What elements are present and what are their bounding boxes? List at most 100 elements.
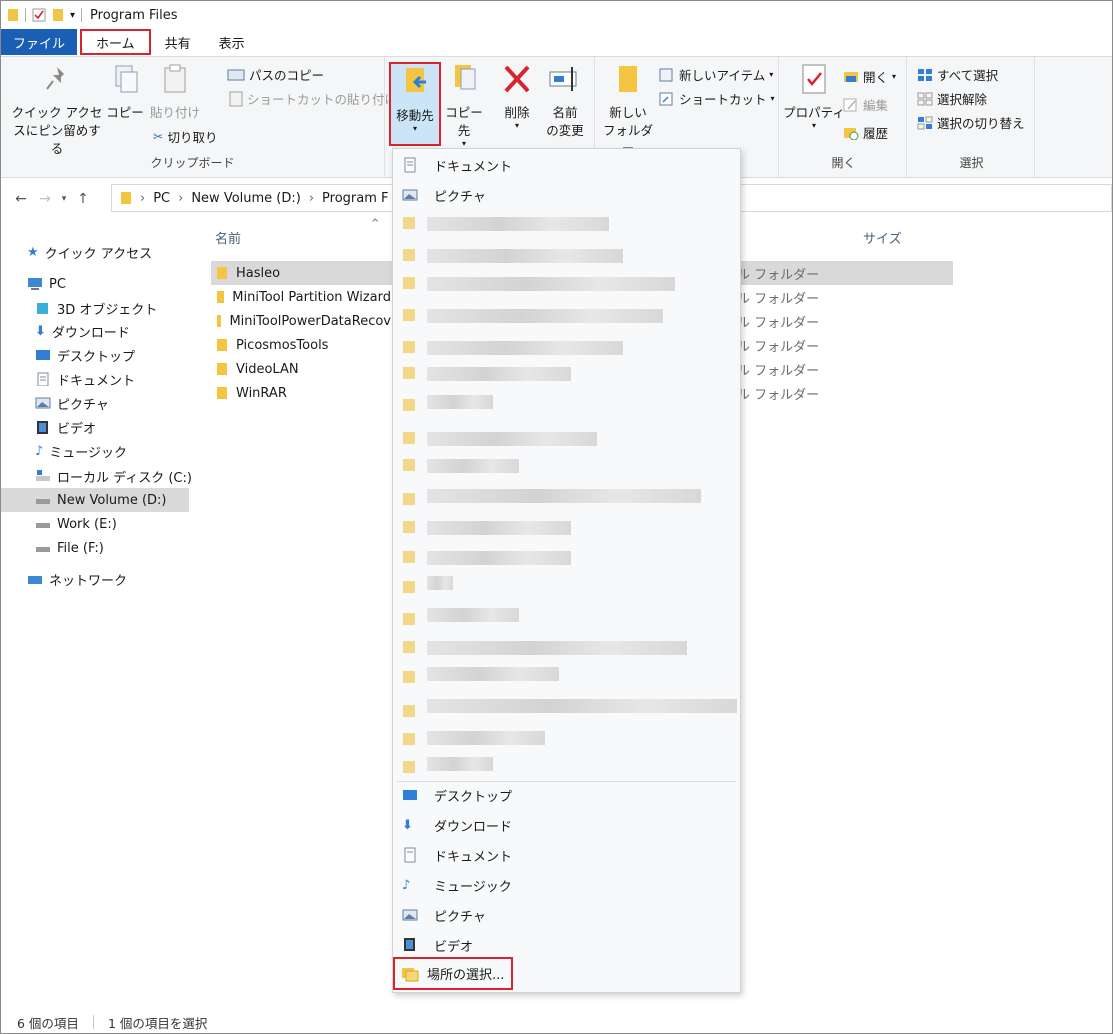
blurred-folder-name[interactable] (427, 667, 559, 681)
blurred-folder-name[interactable] (427, 367, 571, 381)
blurred-folder-name[interactable] (427, 309, 663, 323)
blurred-folder-name[interactable] (427, 341, 623, 355)
menu-item-pictures[interactable]: ピクチャ (393, 180, 740, 210)
blurred-folder-name[interactable] (427, 459, 519, 473)
file-name: MiniTool Partition Wizard (232, 289, 391, 305)
copy-path-button[interactable]: パスのコピー (227, 65, 324, 84)
copy-icon (115, 65, 138, 93)
pin-quick-access-button[interactable]: クイック アクセ スにピン留めする (9, 63, 105, 158)
column-header-size[interactable]: サイズ (863, 228, 902, 247)
paste-shortcut-button[interactable]: ショートカットの貼り付け (229, 89, 397, 108)
breadcrumb-program-files[interactable]: Program F (322, 191, 388, 206)
menu-item-downloads[interactable]: ⬇ ダウンロード (393, 810, 740, 840)
nav-new-volume-d[interactable]: New Volume (D:) (1, 488, 189, 512)
menu-item-pictures-bottom[interactable]: ピクチャ (393, 900, 740, 930)
up-icon[interactable]: ↑ (71, 191, 95, 207)
copy-button[interactable]: コピー (105, 63, 145, 122)
breadcrumb-pc[interactable]: PC (153, 191, 170, 206)
tab-file[interactable]: ファイル (1, 29, 78, 55)
video-icon (37, 421, 48, 434)
cut-button[interactable]: ✂ 切り取り (153, 127, 218, 146)
nav-quick-access[interactable]: ★ クイック アクセス (27, 240, 152, 264)
history-button[interactable]: 履歴 (843, 123, 888, 142)
paste-button[interactable]: 貼り付け (147, 63, 203, 122)
select-none-button[interactable]: 選択解除 (917, 89, 987, 108)
blurred-folder-name[interactable] (427, 277, 675, 291)
menu-item-videos[interactable]: ビデオ (393, 930, 740, 960)
select-all-button[interactable]: すべて選択 (917, 65, 998, 84)
menu-item-music[interactable]: ♪ ミュージック (393, 870, 740, 900)
new-folder-icon[interactable] (52, 8, 64, 22)
nav-desktop[interactable]: デスクトップ (35, 343, 135, 367)
nav-work-e[interactable]: Work (E:) (35, 512, 117, 536)
nav-documents[interactable]: ドキュメント (35, 367, 135, 391)
move-to-button[interactable]: 移動先 ▾ (389, 62, 441, 146)
blurred-folder-name[interactable] (427, 489, 701, 503)
blurred-folder-name[interactable] (427, 249, 623, 263)
choose-location-button[interactable]: 場所の選択... (393, 957, 513, 990)
delete-chevron-icon: ▾ (514, 121, 519, 130)
tab-view[interactable]: 表示 (205, 29, 259, 55)
rename-button[interactable]: 名前 の変更 (539, 63, 591, 140)
properties-button[interactable]: プロパティ ▾ (783, 63, 845, 130)
blurred-folder-name[interactable] (427, 521, 571, 535)
column-header-name[interactable]: 名前 (215, 228, 241, 247)
quick-access-dropdown-icon[interactable]: ▾ (70, 10, 75, 21)
blurred-folder-name[interactable] (427, 551, 571, 565)
easy-access-button[interactable]: ショートカット ▾ (659, 89, 775, 108)
history-label: 履歴 (863, 126, 889, 141)
properties-label: プロパティ (783, 105, 845, 120)
blurred-folder-name[interactable] (427, 699, 737, 713)
nav-file-f[interactable]: File (F:) (35, 536, 104, 560)
nav-music[interactable]: ♪ ミュージック (35, 439, 127, 463)
breadcrumb-drive[interactable]: New Volume (D:) (191, 191, 301, 206)
select-group: すべて選択 選択解除 選択の切り替え 選択 (909, 57, 1035, 177)
blurred-folder-name[interactable] (427, 757, 493, 771)
nav-pc[interactable]: PC (27, 272, 66, 296)
clipboard-group: クイック アクセ スにピン留めする コピー 貼り付け パスのコピー ショートカッ… (1, 57, 397, 177)
blurred-folder-name[interactable] (427, 432, 597, 446)
delete-button[interactable]: 削除 ▾ (495, 63, 539, 130)
star-icon: ★ (27, 244, 39, 260)
tab-home[interactable]: ホーム (80, 29, 151, 55)
menu-item-desktop[interactable]: デスクトップ (393, 780, 740, 810)
folder-icon (403, 613, 415, 625)
folder-icon (217, 387, 227, 399)
blurred-folder-name[interactable] (427, 731, 545, 745)
properties-check-icon[interactable] (32, 8, 46, 22)
folder-icon (217, 339, 227, 351)
edit-button[interactable]: 編集 (843, 95, 888, 114)
forward-icon[interactable]: → (33, 191, 57, 207)
copy-to-button[interactable]: コピー先 ▾ (441, 63, 487, 148)
back-icon[interactable]: ← (9, 191, 33, 207)
selected-count: 1 個の項目を選択 (107, 1015, 208, 1031)
folder-icon (403, 641, 415, 653)
menu-item-label: ピクチャ (434, 189, 486, 205)
open-button[interactable]: 開く ▾ (843, 67, 896, 86)
menu-item-documents-bottom[interactable]: ドキュメント (393, 840, 740, 870)
edit-label: 編集 (863, 98, 889, 113)
nav-3d-objects[interactable]: 3D オブジェクト (35, 296, 157, 320)
drive-icon (36, 499, 50, 504)
blurred-folder-name[interactable] (427, 608, 519, 622)
new-folder-button[interactable]: 新しい フォルダー (599, 63, 657, 158)
nav-documents-label: ドキュメント (57, 373, 136, 389)
nav-local-disk-c[interactable]: ローカル ディスク (C:) (35, 464, 192, 488)
copy-to-chevron-icon: ▾ (461, 139, 466, 148)
rename-label-2: の変更 (546, 123, 584, 138)
new-item-button[interactable]: 新しいアイテム ▾ (659, 65, 773, 84)
nav-pictures[interactable]: ピクチャ (35, 391, 109, 415)
tab-share[interactable]: 共有 (151, 29, 205, 55)
invert-selection-button[interactable]: 選択の切り替え (917, 113, 1025, 132)
blurred-folder-name[interactable] (427, 217, 609, 231)
menu-item-documents[interactable]: ドキュメント (393, 150, 740, 180)
blurred-folder-name[interactable] (427, 641, 687, 655)
open-group-label: 開く (831, 156, 856, 170)
nav-downloads[interactable]: ⬇ ダウンロード (35, 319, 130, 343)
nav-network[interactable]: ネットワーク (27, 567, 127, 591)
navigation-pane: ★ クイック アクセス PC 3D オブジェクト ⬇ ダウンロード デスクトップ… (1, 226, 193, 1006)
blurred-folder-name[interactable] (427, 395, 493, 409)
nav-videos[interactable]: ビデオ (35, 415, 96, 439)
blurred-folder-name[interactable] (427, 576, 453, 590)
recent-locations-icon[interactable]: ▾ (57, 194, 71, 204)
